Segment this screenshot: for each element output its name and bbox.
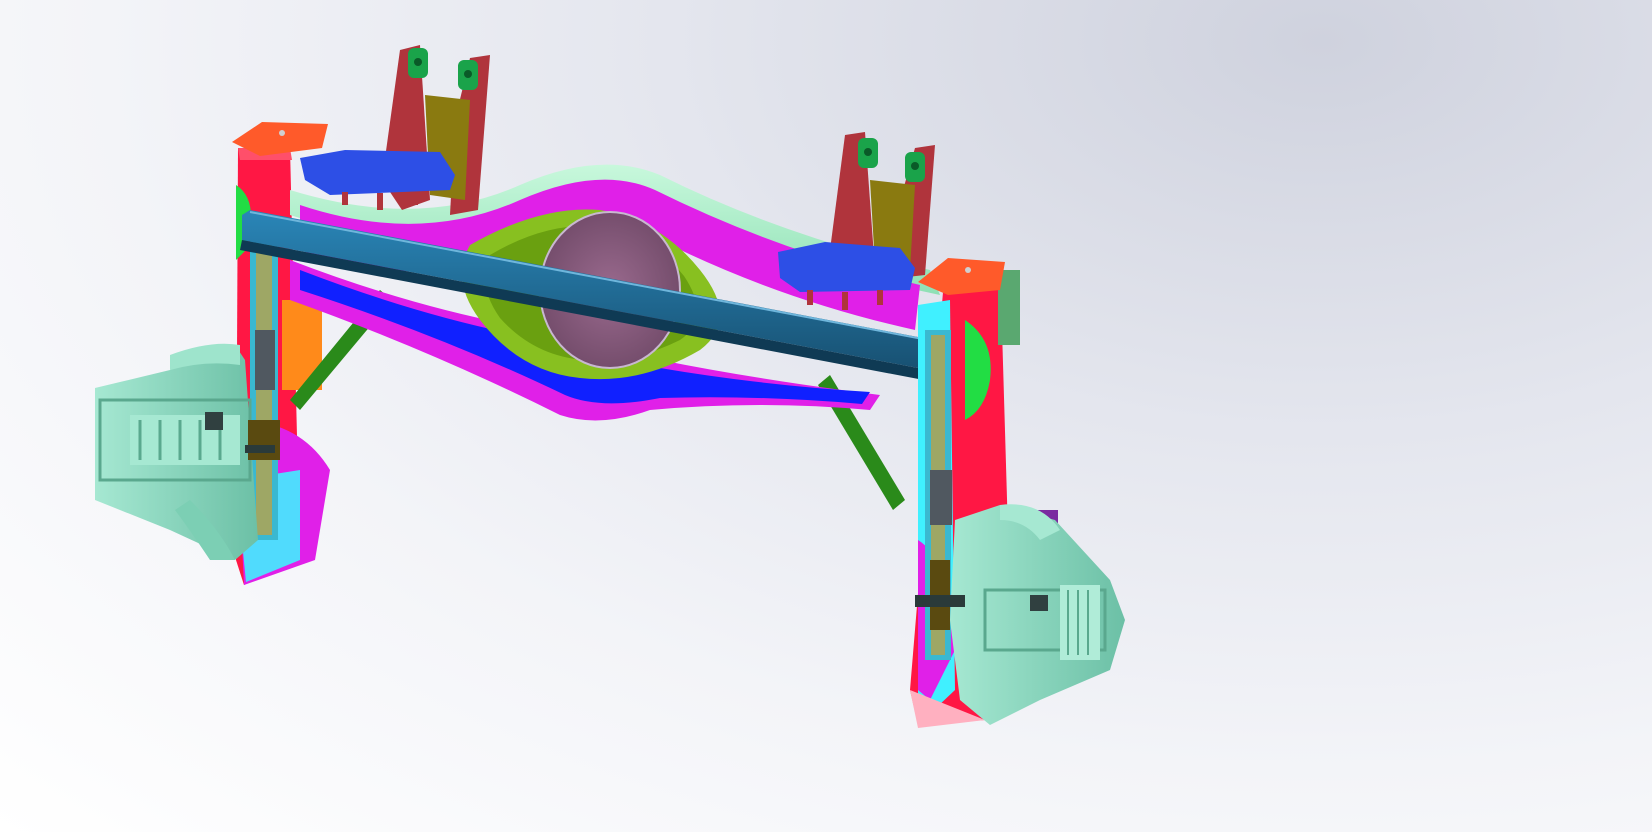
right-bracket[interactable] xyxy=(778,132,935,310)
cad-viewport[interactable] xyxy=(0,0,1652,832)
axle-assembly-model[interactable] xyxy=(0,0,1652,832)
left-bracket[interactable] xyxy=(300,45,490,215)
